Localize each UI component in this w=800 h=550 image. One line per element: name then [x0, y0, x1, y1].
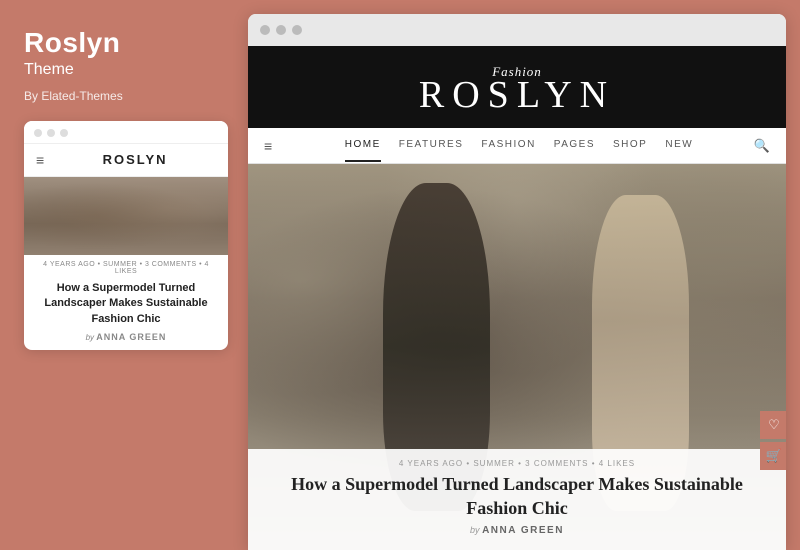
- nav-items: HOME FEATURES FASHION PAGES SHOP NEW: [284, 129, 754, 162]
- mobile-preview: ≡ ROSLYN 4 YEARS AGO • SUMMER • 3 COMMEN…: [24, 121, 228, 350]
- nav-item-new[interactable]: NEW: [665, 129, 693, 162]
- mobile-article-image: [24, 177, 228, 255]
- mobile-article-meta: 4 YEARS AGO • SUMMER • 3 COMMENTS • 4 LI…: [24, 255, 228, 277]
- browser-chrome: [248, 14, 786, 46]
- nav-item-fashion[interactable]: FASHION: [481, 129, 535, 162]
- mobile-author: ANNA GREEN: [96, 332, 166, 342]
- theme-by: By Elated-Themes: [24, 89, 228, 103]
- nav-search-icon[interactable]: 🔍: [754, 138, 770, 154]
- author-name: ANNA GREEN: [482, 525, 564, 536]
- mobile-logo: ROSLYN: [54, 152, 216, 167]
- browser-window: Fashion ROSLYN ≡ HOME FEATURES FASHION P…: [248, 14, 786, 550]
- cart-icon: 🛒: [766, 448, 782, 464]
- hero-image: 4 YEARS AGO • SUMMER • 3 COMMENTS • 4 LI…: [248, 164, 786, 550]
- left-panel: Roslyn Theme By Elated-Themes ≡ ROSLYN 4…: [0, 0, 248, 550]
- site-logo-main: ROSLYN: [268, 76, 766, 114]
- article-byline: by ANNA GREEN: [268, 525, 766, 536]
- mobile-byline: by ANNA GREEN: [24, 330, 228, 350]
- article-meta: 4 YEARS AGO • SUMMER • 3 COMMENTS • 4 LI…: [268, 459, 766, 468]
- mobile-by-label: by: [86, 333, 94, 342]
- site-header: Fashion ROSLYN: [248, 46, 786, 128]
- nav-item-home[interactable]: HOME: [345, 129, 381, 162]
- wishlist-icon: ♡: [768, 417, 780, 433]
- nav-item-features[interactable]: FEATURES: [399, 129, 464, 162]
- cart-button[interactable]: 🛒: [760, 442, 786, 470]
- mobile-browser-dots: [24, 121, 228, 144]
- mobile-dot-1: [34, 129, 42, 137]
- theme-title: Roslyn: [24, 28, 228, 59]
- mobile-image-inner: [24, 177, 228, 255]
- mobile-dot-2: [47, 129, 55, 137]
- wishlist-button[interactable]: ♡: [760, 411, 786, 439]
- mobile-nav-bar: ≡ ROSLYN: [24, 144, 228, 177]
- browser-dot-2: [276, 25, 286, 35]
- article-overlay: 4 YEARS AGO • SUMMER • 3 COMMENTS • 4 LI…: [248, 449, 786, 550]
- browser-dot-3: [292, 25, 302, 35]
- article-title: How a Supermodel Turned Landscaper Makes…: [268, 473, 766, 520]
- nav-item-shop[interactable]: SHOP: [613, 129, 647, 162]
- site-nav: ≡ HOME FEATURES FASHION PAGES SHOP NEW 🔍: [248, 128, 786, 164]
- mobile-article-title: How a Supermodel Turned Landscaper Makes…: [24, 277, 228, 330]
- site-content: 4 YEARS AGO • SUMMER • 3 COMMENTS • 4 LI…: [248, 164, 786, 550]
- mobile-hamburger-icon[interactable]: ≡: [36, 152, 44, 168]
- nav-hamburger-icon[interactable]: ≡: [264, 138, 272, 154]
- side-buttons: ♡ 🛒: [760, 411, 786, 470]
- mobile-dot-3: [60, 129, 68, 137]
- nav-item-pages[interactable]: PAGES: [554, 129, 595, 162]
- theme-subtitle: Theme: [24, 61, 228, 79]
- browser-dot-1: [260, 25, 270, 35]
- by-label: by: [470, 525, 480, 535]
